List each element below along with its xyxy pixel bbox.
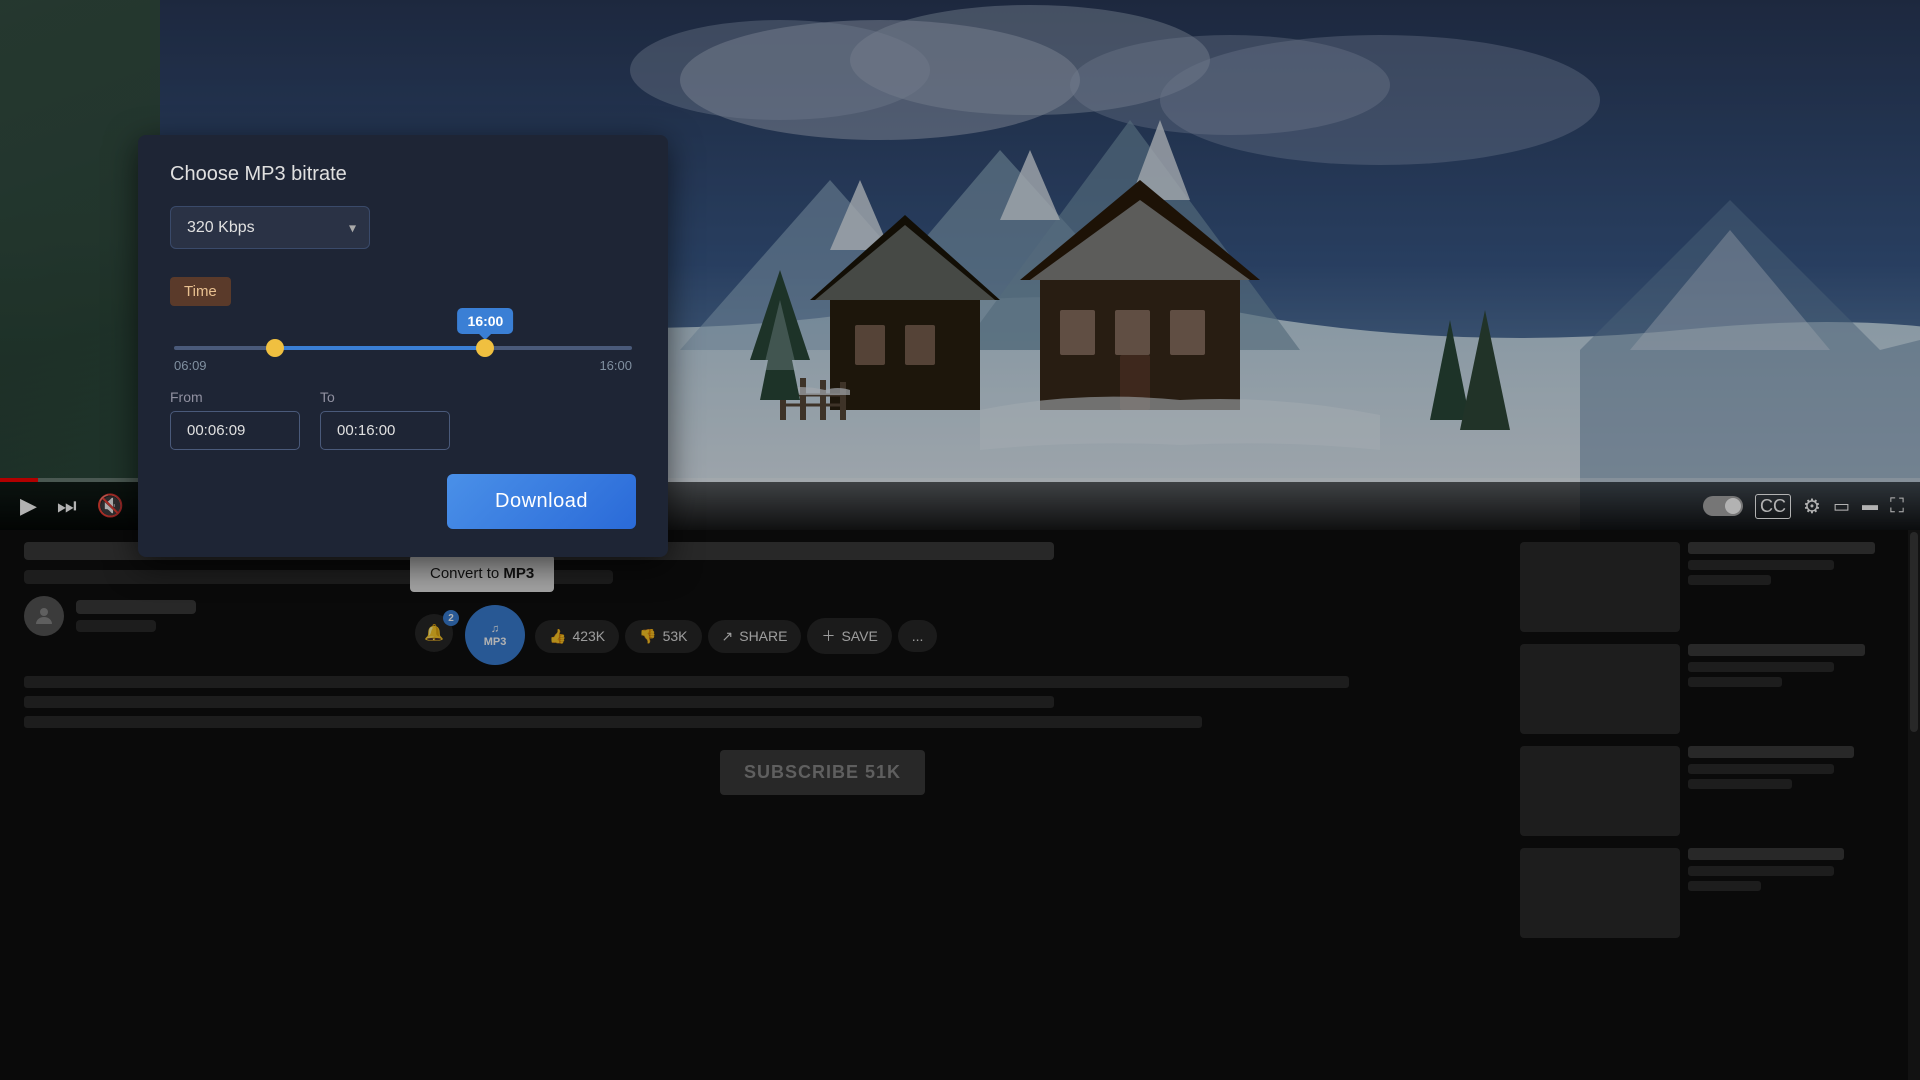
- skip-button[interactable]: ⏭: [53, 489, 81, 523]
- bitrate-select-container: 320 Kbps 256 Kbps 192 Kbps 128 Kbps 96 K…: [170, 206, 370, 249]
- from-input-group: From: [170, 389, 300, 450]
- sidebar-sub: [1688, 662, 1834, 672]
- to-input-group: To: [320, 389, 450, 450]
- sidebar-sub2: [1688, 677, 1782, 687]
- share-button[interactable]: ↗ SHARE: [708, 620, 802, 653]
- fullscreen-button[interactable]: ⛶: [1890, 495, 1904, 518]
- download-button[interactable]: Download: [447, 474, 636, 529]
- sidebar-sub: [1688, 560, 1834, 570]
- sidebar-thumbnail: [1520, 746, 1680, 836]
- dislike-icon: 👎: [639, 628, 656, 645]
- cc-button[interactable]: CC: [1755, 494, 1791, 519]
- like-icon: 👍: [549, 628, 566, 645]
- sidebar-title: [1688, 848, 1844, 860]
- desc-line-2: [24, 696, 1054, 708]
- time-label: Time: [170, 277, 231, 306]
- from-label: From: [170, 389, 300, 405]
- slider-left-label: 06:09: [174, 358, 207, 373]
- slider-tooltip: 16:00: [458, 308, 514, 334]
- video-actions-row: 👍 423K 👎 53K ↗ SHARE ＋ SAVE ...: [535, 618, 937, 654]
- time-section: Time 16:00 06:09 16:00 From To: [170, 277, 636, 450]
- sidebar-item: [1520, 848, 1896, 938]
- mp3-float-button[interactable]: ♫ MP3: [465, 605, 525, 665]
- slider-labels: 06:09 16:00: [174, 358, 632, 373]
- channel-name: [76, 600, 196, 614]
- sidebar-meta: [1688, 644, 1896, 734]
- below-video: [0, 530, 1920, 1080]
- miniplayer-toggle[interactable]: [1703, 496, 1743, 516]
- mute-button[interactable]: 🔇: [93, 489, 128, 523]
- settings-button[interactable]: ⚙: [1803, 494, 1821, 519]
- sidebar-meta: [1688, 746, 1896, 836]
- video-bg-left: [0, 0, 160, 530]
- from-time-input[interactable]: [170, 411, 300, 450]
- like-count: 423K: [572, 628, 605, 644]
- slider-track: [174, 346, 632, 350]
- bitrate-select[interactable]: 320 Kbps 256 Kbps 192 Kbps 128 Kbps 96 K…: [170, 206, 370, 249]
- slider-right-label: 16:00: [599, 358, 632, 373]
- mp3-download-modal: Choose MP3 bitrate 320 Kbps 256 Kbps 192…: [138, 135, 668, 557]
- to-time-input[interactable]: [320, 411, 450, 450]
- right-sidebar: [1496, 530, 1896, 1080]
- scrollbar-thumb[interactable]: [1910, 532, 1918, 732]
- time-inputs: From To: [170, 389, 636, 450]
- share-label: SHARE: [739, 628, 787, 644]
- more-icon: ...: [912, 628, 924, 644]
- slider-thumb-left[interactable]: [266, 339, 284, 357]
- convert-label-prefix: Convert to: [430, 565, 503, 582]
- to-label: To: [320, 389, 450, 405]
- time-range-slider[interactable]: 16:00 06:09 16:00: [174, 346, 632, 373]
- subscriber-count: [76, 620, 156, 632]
- sidebar-sub2: [1688, 881, 1761, 891]
- sidebar-sub2: [1688, 575, 1771, 585]
- save-label: SAVE: [841, 628, 877, 644]
- sidebar-sub: [1688, 764, 1834, 774]
- convert-label-bold: MP3: [503, 565, 534, 582]
- sidebar-item: [1520, 746, 1896, 836]
- channel-avatar: [24, 596, 64, 636]
- mp3-label: MP3: [484, 636, 507, 648]
- more-button[interactable]: ...: [898, 620, 938, 652]
- sidebar-meta: [1688, 542, 1896, 632]
- mp3-icon: ♫: [491, 623, 499, 635]
- sidebar-title: [1688, 746, 1854, 758]
- sidebar-meta: [1688, 848, 1896, 938]
- theater-button[interactable]: ▭: [1833, 496, 1850, 517]
- scrollbar[interactable]: [1908, 530, 1920, 1080]
- slider-thumb-right[interactable]: [476, 339, 494, 357]
- sidebar-title: [1688, 644, 1865, 656]
- modal-title: Choose MP3 bitrate: [170, 163, 636, 186]
- bell-badge: 2: [443, 610, 459, 626]
- share-icon: ↗: [722, 628, 734, 645]
- sidebar-item: [1520, 644, 1896, 734]
- sidebar-item: [1520, 542, 1896, 632]
- sidebar-thumbnail: [1520, 542, 1680, 632]
- convert-to-mp3-button[interactable]: Convert to MP3: [410, 555, 554, 592]
- main-content: [24, 530, 1496, 1080]
- sidebar-sub: [1688, 866, 1834, 876]
- theater-wide-button[interactable]: ▬: [1862, 497, 1878, 515]
- like-button[interactable]: 👍 423K: [535, 620, 619, 653]
- desc-line-3: [24, 716, 1202, 728]
- save-button[interactable]: ＋ SAVE: [807, 618, 891, 654]
- dislike-count: 53K: [663, 628, 688, 644]
- dislike-button[interactable]: 👎 53K: [625, 620, 701, 653]
- sidebar-thumbnail: [1520, 644, 1680, 734]
- sidebar-thumbnail: [1520, 848, 1680, 938]
- slider-fill: [275, 346, 486, 350]
- sidebar-title: [1688, 542, 1875, 554]
- play-button[interactable]: ▶: [16, 489, 41, 523]
- subscribe-large-button[interactable]: SUBSCRIBE 51K: [720, 750, 925, 795]
- sidebar-sub2: [1688, 779, 1792, 789]
- save-icon: ＋: [821, 626, 835, 646]
- desc-line-1: [24, 676, 1349, 688]
